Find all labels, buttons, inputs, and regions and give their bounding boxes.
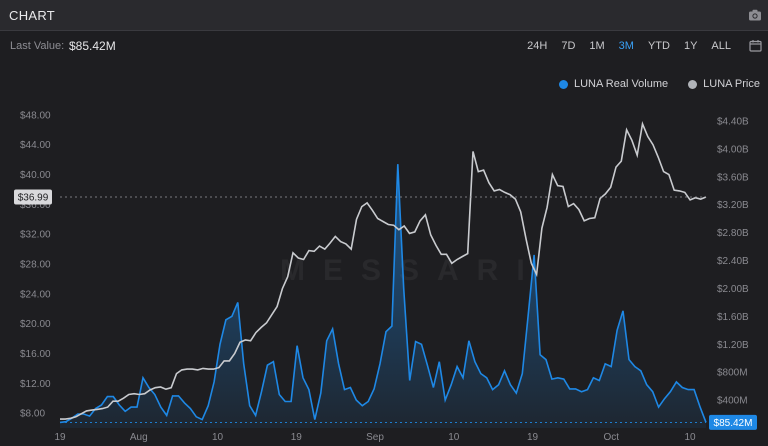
price-volume-chart[interactable]: $8.00 $12.00 $16.00 $20.00 $24.00 $28.00 $32.0… [0,0,768,446]
right-axis-tick-label: $2.00B [717,284,749,295]
left-axis-tick-label: $20.00 [20,319,51,330]
x-axis-tick-label: Sep [366,432,384,443]
right-axis-tick-label: $4.40B [717,116,749,127]
left-axis-tick-label: $16.00 [20,349,51,360]
left-axis-tick-label: $44.00 [20,140,51,151]
right-axis-tick-label: $400M [717,396,748,407]
volume-area [60,164,706,428]
left-axis-tick-label: $28.00 [20,260,51,271]
right-axis-tick-label: $1.20B [717,340,749,351]
right-axis: $400M $800M $1.20B $1.60B $2.00B $2.40B $2.80B… [717,116,749,406]
right-axis-tick-label: $2.80B [717,228,749,239]
right-axis-tick-label: $800M [717,368,748,379]
x-axis-tick-label: 10 [212,432,224,443]
x-axis-tick-label: Aug [130,432,148,443]
left-axis-tick-label: $48.00 [20,110,51,121]
x-axis-tick-label: 10 [684,432,696,443]
price-marker-label: $36.99 [18,192,49,203]
left-axis-tick-label: $8.00 [20,409,45,420]
right-axis-tick-label: $3.20B [717,200,749,211]
left-axis: $8.00 $12.00 $16.00 $20.00 $24.00 $28.00 $32.0… [20,110,51,419]
x-axis-tick-label: 19 [291,432,303,443]
left-axis-tick-label: $40.00 [20,170,51,181]
right-axis-tick-label: $2.40B [717,256,749,267]
right-axis-tick-label: $1.60B [717,312,749,323]
x-axis-tick-label: Oct [603,432,619,443]
chart-series [59,121,707,428]
left-axis-tick-label: $24.00 [20,289,51,300]
x-axis-tick-label: 19 [54,432,66,443]
x-axis-tick-label: 19 [527,432,539,443]
left-axis-tick-label: $32.00 [20,230,51,241]
x-axis: 19 Aug 10 19 Sep 10 19 Oct 10 [54,432,696,443]
volume-marker-label: $85.42M [714,418,753,429]
right-axis-tick-label: $3.60B [717,172,749,183]
right-axis-tick-label: $4.00B [717,144,749,155]
left-axis-tick-label: $12.00 [20,379,51,390]
x-axis-tick-label: 10 [448,432,460,443]
